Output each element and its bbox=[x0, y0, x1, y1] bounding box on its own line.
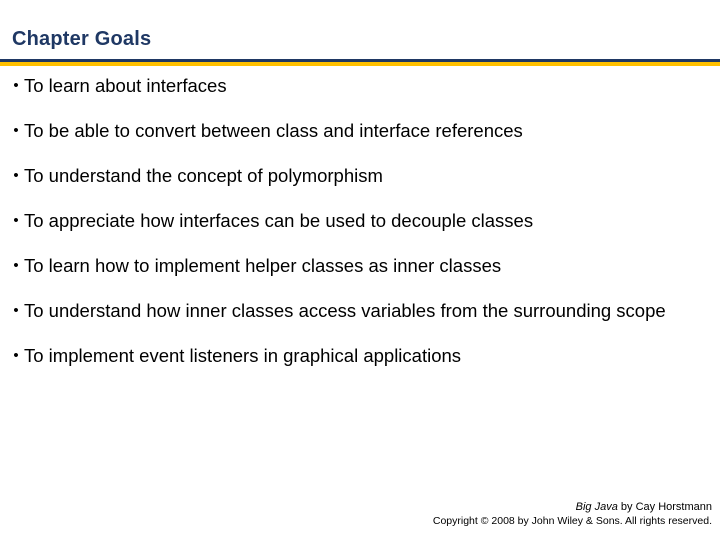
list-item-label: To understand the concept of polymorphis… bbox=[24, 165, 383, 186]
bullet-marker-icon: • bbox=[13, 347, 19, 364]
slide-footer: Big Java by Cay Horstmann Copyright © 20… bbox=[433, 500, 712, 528]
footer-book-title: Big Java bbox=[575, 501, 618, 513]
bullet-list: • To learn about interfaces • To be able… bbox=[8, 74, 712, 389]
list-item: • To learn about interfaces bbox=[8, 74, 712, 98]
bullet-marker-icon: • bbox=[13, 257, 19, 274]
bullet-marker-icon: • bbox=[13, 77, 19, 94]
list-item: • To understand the concept of polymorph… bbox=[8, 164, 712, 188]
list-item-label: To be able to convert between class and … bbox=[24, 120, 523, 141]
list-item: • To appreciate how interfaces can be us… bbox=[8, 209, 712, 233]
list-item: • To learn how to implement helper class… bbox=[8, 254, 712, 278]
list-item-label: To appreciate how interfaces can be used… bbox=[24, 210, 534, 231]
list-item: • To implement event listeners in graphi… bbox=[8, 344, 712, 368]
list-item: • To be able to convert between class an… bbox=[8, 119, 712, 143]
bullet-marker-icon: • bbox=[13, 212, 19, 229]
list-item-label: To learn how to implement helper classes… bbox=[24, 255, 502, 276]
footer-attribution: Big Java by Cay Horstmann bbox=[433, 500, 712, 514]
bullet-marker-icon: • bbox=[13, 167, 19, 184]
footer-copyright: Copyright © 2008 by John Wiley & Sons. A… bbox=[432, 515, 712, 527]
list-item-label: To learn about interfaces bbox=[24, 75, 227, 96]
bullet-marker-icon: • bbox=[13, 122, 19, 139]
bullet-marker-icon: • bbox=[13, 302, 19, 319]
list-item: • To understand how inner classes access… bbox=[8, 299, 712, 323]
slide: Chapter Goals • To learn about interface… bbox=[0, 0, 720, 540]
page-title: Chapter Goals bbox=[12, 28, 152, 50]
title-divider-gold bbox=[0, 62, 720, 66]
list-item-label: To understand how inner classes access v… bbox=[24, 300, 666, 321]
footer-byline: by Cay Horstmann bbox=[617, 501, 712, 513]
list-item-label: To implement event listeners in graphica… bbox=[24, 345, 462, 366]
